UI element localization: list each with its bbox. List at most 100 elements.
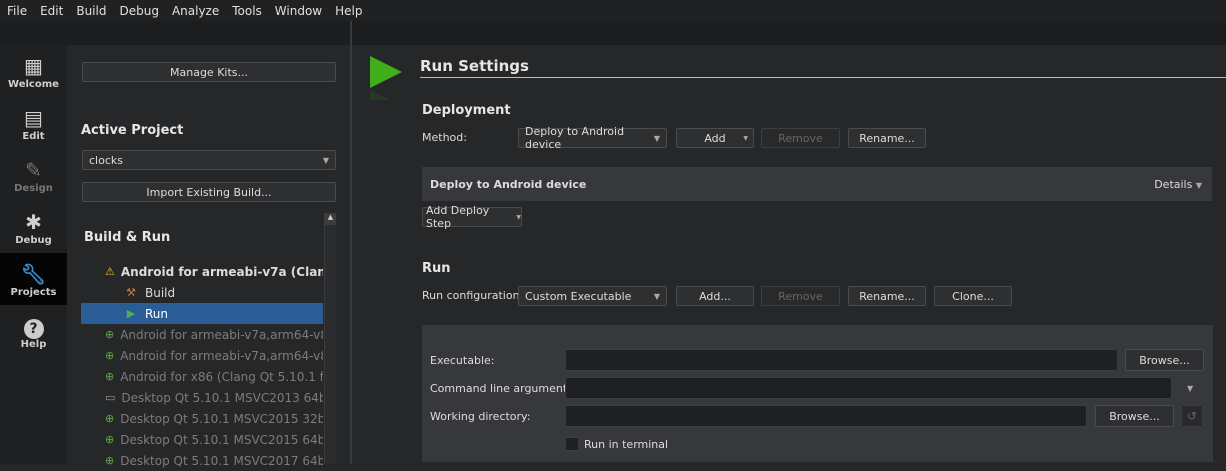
hammer-icon: ⚒ — [126, 286, 136, 299]
grid-icon: ▦ — [24, 54, 43, 78]
manage-kits-button[interactable]: Manage Kits... — [82, 62, 336, 82]
select-value: Custom Executable — [525, 289, 632, 303]
workdir-input[interactable] — [565, 405, 1087, 427]
deploy-step-title: Deploy to Android device — [430, 178, 587, 191]
kit-android-armeabi-v7a[interactable]: ⚠ Android for armeabi-v7a (Clang ... — [105, 261, 323, 282]
mode-bar: ▦ Welcome ▤ Edit ✎ Design ✱ Debug 🔧︎ Projects… — [0, 45, 67, 464]
menu-file[interactable]: File — [7, 4, 27, 18]
workdir-browse-button[interactable]: Browse... — [1095, 405, 1174, 427]
executable-input[interactable] — [565, 349, 1118, 371]
kit-label: Android for armeabi-v7a,arm64-v8... — [120, 348, 323, 363]
kit-item[interactable]: ⊕ Desktop Qt 5.10.1 MSVC2015 64bit — [105, 429, 323, 450]
menu-debug[interactable]: Debug — [119, 4, 158, 18]
add-kit-icon: ⊕ — [105, 412, 115, 425]
document-icon: ▤ — [24, 106, 43, 130]
title-underline — [420, 77, 1226, 78]
run-remove-button[interactable]: Remove — [761, 286, 840, 306]
run-rename-button[interactable]: Rename... — [848, 286, 926, 306]
kit-label: Android for x86 (Clang Qt 5.10.1 fo... — [120, 369, 323, 384]
kit-label: Desktop Qt 5.10.1 MSVC2015 32bit — [120, 411, 323, 426]
tree-scrollbar[interactable]: ▲ — [324, 213, 336, 464]
add-kit-icon: ⊕ — [105, 370, 115, 383]
kit-item[interactable]: ⊕ Android for armeabi-v7a,arm64-v8... — [105, 345, 323, 366]
kit-item[interactable]: ⊕ Desktop Qt 5.10.1 MSVC2015 32bit — [105, 408, 323, 429]
kit-label: Desktop Qt 5.10.1 MSVC2017 64bit — [120, 453, 323, 468]
tree-item-build[interactable]: ⚒ Build — [81, 282, 323, 303]
item-label: Build — [145, 285, 176, 300]
page-title: Run Settings — [420, 57, 529, 75]
button-label: Add — [704, 131, 726, 145]
mode-design[interactable]: ✎ Design — [0, 149, 67, 201]
run-config-select[interactable]: Custom Executable ▼ — [518, 286, 667, 306]
args-dropdown-icon[interactable]: ▼ — [1187, 384, 1193, 393]
add-deploy-step-button[interactable]: Add Deploy Step ▼ — [422, 204, 522, 230]
executable-browse-button[interactable]: Browse... — [1125, 349, 1204, 371]
details-toggle[interactable]: Details ▼ — [1154, 178, 1202, 191]
mode-debug[interactable]: ✱ Debug — [0, 201, 67, 253]
workdir-label: Working directory: — [430, 410, 531, 423]
run-heading: Run — [422, 261, 451, 276]
mode-label: Debug — [15, 235, 52, 246]
run-add-button[interactable]: Add... — [676, 286, 754, 306]
kit-item[interactable]: ⊕ Android for x86 (Clang Qt 5.10.1 fo... — [105, 366, 323, 387]
deploy-method-select[interactable]: Deploy to Android device ▼ — [518, 125, 667, 151]
deploy-remove-button[interactable]: Remove — [761, 128, 840, 148]
args-input[interactable] — [565, 377, 1172, 399]
run-in-terminal-label: Run in terminal — [584, 438, 669, 451]
active-project-select[interactable]: clocks ▼ — [82, 150, 336, 170]
deploy-add-button[interactable]: Add ▼ — [676, 128, 754, 148]
add-kit-icon: ⊕ — [105, 454, 115, 467]
help-icon: ? — [0, 313, 67, 339]
args-label: Command line arguments: — [430, 382, 577, 395]
import-build-button[interactable]: Import Existing Build... — [82, 182, 336, 202]
button-label: Add Deploy Step — [426, 204, 490, 230]
mode-label: Edit — [22, 131, 45, 142]
method-label: Method: — [422, 131, 467, 144]
deploy-step-header[interactable]: Deploy to Android device Details ▼ — [422, 167, 1212, 201]
deployment-heading: Deployment — [422, 103, 511, 118]
tree-item-run[interactable]: ▶ Run — [81, 303, 323, 324]
menu-analyze[interactable]: Analyze — [172, 4, 219, 18]
kit-item[interactable]: ⊕ Android for armeabi-v7a,arm64-v8... — [105, 324, 323, 345]
reset-icon[interactable]: ↺ — [1181, 405, 1203, 427]
kit-item[interactable]: ⊕ Desktop Qt 5.10.1 MSVC2017 64bit — [105, 450, 323, 471]
add-kit-icon: ⊕ — [105, 433, 115, 446]
add-kit-icon: ⊕ — [105, 349, 115, 362]
chevron-down-icon: ▼ — [1195, 181, 1202, 190]
menu-build[interactable]: Build — [76, 4, 106, 18]
scroll-up-icon[interactable]: ▲ — [325, 213, 336, 225]
executable-label: Executable: — [430, 354, 495, 367]
kit-label: Android for armeabi-v7a (Clang ... — [120, 264, 323, 279]
run-config-label: Run configuration: — [422, 289, 524, 302]
chevron-down-icon: ▼ — [743, 134, 748, 142]
mode-label: Projects — [10, 287, 57, 298]
details-label: Details — [1154, 178, 1193, 191]
kit-item[interactable]: ▭ Desktop Qt 5.10.1 MSVC2013 64bit — [105, 387, 323, 408]
add-kit-icon: ⊕ — [105, 328, 115, 341]
deploy-rename-button[interactable]: Rename... — [848, 128, 926, 148]
mode-projects[interactable]: 🔧︎ Projects — [0, 253, 67, 305]
mode-label: Welcome — [8, 79, 59, 90]
mode-edit[interactable]: ▤ Edit — [0, 97, 67, 149]
kit-label: Android for armeabi-v7a,arm64-v8... — [120, 327, 323, 342]
toolbar — [0, 21, 1226, 45]
menu-help[interactable]: Help — [335, 4, 362, 18]
play-icon: ▶ — [126, 307, 136, 320]
mode-help[interactable]: ? Help — [0, 305, 67, 357]
menu-window[interactable]: Window — [275, 4, 322, 18]
chevron-down-icon: ▼ — [653, 291, 660, 301]
run-clone-button[interactable]: Clone... — [934, 286, 1012, 306]
run-settings-play-icon — [370, 56, 402, 100]
panel-splitter[interactable] — [350, 21, 352, 464]
mode-label: Design — [14, 183, 53, 194]
mode-label: Help — [20, 339, 47, 350]
pencil-icon: ✎ — [25, 158, 42, 182]
kit-label: Desktop Qt 5.10.1 MSVC2015 64bit — [120, 432, 323, 447]
chevron-down-icon: ▼ — [653, 133, 660, 143]
active-project-heading: Active Project — [81, 123, 184, 138]
kit-label: Desktop Qt 5.10.1 MSVC2013 64bit — [121, 390, 323, 405]
mode-welcome[interactable]: ▦ Welcome — [0, 45, 67, 97]
run-in-terminal-checkbox[interactable] — [565, 437, 579, 451]
menu-tools[interactable]: Tools — [232, 4, 262, 18]
menu-edit[interactable]: Edit — [40, 4, 63, 18]
